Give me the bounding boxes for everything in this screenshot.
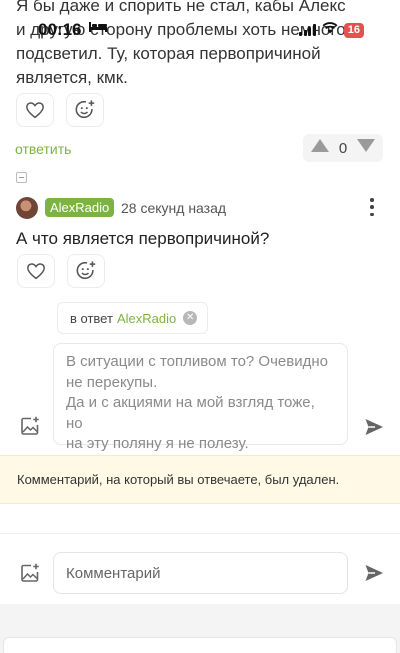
- next-card: [3, 637, 397, 653]
- add-image-icon: [21, 416, 39, 435]
- send-comment-button[interactable]: [364, 563, 384, 583]
- close-icon[interactable]: ✕: [183, 311, 198, 325]
- downvote-button[interactable]: [357, 139, 375, 157]
- like-button[interactable]: [16, 93, 54, 127]
- dot: [370, 198, 374, 202]
- divider: [0, 533, 400, 534]
- attach-image-button[interactable]: [20, 416, 40, 436]
- add-image-icon: [21, 563, 39, 582]
- reply-to-label: в ответ: [70, 310, 113, 326]
- add-reaction-button[interactable]: [66, 93, 104, 127]
- reply-to-chip: в ответ AlexRadio ✕: [57, 302, 208, 334]
- avatar[interactable]: [16, 197, 38, 219]
- dot: [370, 212, 374, 216]
- comment-text: А что является первопричиной?: [16, 229, 270, 248]
- reply-textarea[interactable]: В ситуации с топливом то? Очевидно не пе…: [53, 343, 348, 452]
- send-icon: [365, 565, 383, 581]
- reply-link[interactable]: ответить: [15, 141, 71, 157]
- collapse-toggle[interactable]: [16, 172, 27, 183]
- reply-to-name[interactable]: AlexRadio: [117, 311, 176, 326]
- add-emoji-icon: [76, 261, 96, 280]
- more-options-button[interactable]: [368, 198, 376, 216]
- add-reaction-button[interactable]: [67, 254, 105, 288]
- dot: [370, 205, 374, 209]
- previous-comment-text: Я бы даже и спорить не стал, кабы Алекс …: [16, 0, 346, 87]
- author-name[interactable]: AlexRadio: [45, 198, 115, 217]
- comment-input[interactable]: Комментарий: [53, 552, 348, 594]
- upvote-button[interactable]: [311, 139, 329, 157]
- like-button[interactable]: [17, 254, 55, 288]
- triangle-down-icon: [357, 139, 375, 152]
- heart-icon: [27, 263, 45, 280]
- send-reply-button[interactable]: [364, 417, 384, 437]
- vote-count: 0: [338, 139, 348, 157]
- triangle-up-icon: [311, 139, 329, 152]
- heart-icon: [26, 102, 44, 119]
- attach-image-button[interactable]: [20, 563, 40, 583]
- deleted-comment-notice: Комментарий, на который вы отвечаете, бы…: [0, 455, 400, 504]
- send-icon: [365, 419, 383, 435]
- comment-time: 28 секунд назад: [121, 200, 227, 216]
- vote-box: 0: [303, 134, 383, 162]
- add-emoji-icon: [75, 100, 95, 119]
